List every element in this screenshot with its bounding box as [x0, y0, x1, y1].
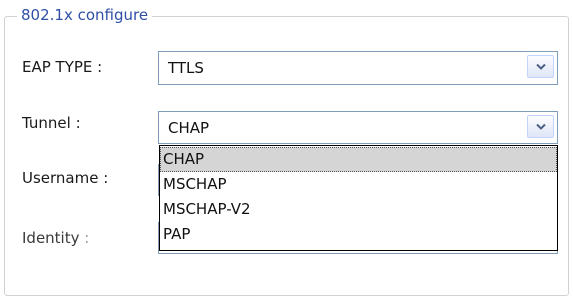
eap-type-label: EAP TYPE : — [22, 58, 103, 76]
eap-type-value: TTLS — [168, 59, 204, 77]
chevron-down-icon — [535, 63, 546, 70]
tunnel-select[interactable]: CHAP — [158, 111, 558, 144]
identity-label: Identity : — [22, 228, 89, 248]
tunnel-dropdown-list: CHAP MSCHAP MSCHAP-V2 PAP — [159, 145, 558, 251]
tunnel-option-chap[interactable]: CHAP — [160, 147, 557, 172]
tunnel-option-mschap[interactable]: MSCHAP — [160, 172, 557, 197]
eap-type-select[interactable]: TTLS — [158, 51, 558, 85]
identity-label-separator: : — [84, 229, 90, 247]
tunnel-value: CHAP — [168, 118, 210, 137]
tunnel-label: Tunnel : — [22, 114, 81, 132]
groupbox-title: 802.1x configure — [17, 5, 153, 25]
identity-label-text: Identity — [22, 229, 80, 247]
tunnel-option-pap[interactable]: PAP — [160, 222, 557, 247]
tunnel-dropdown-button[interactable] — [527, 115, 554, 138]
tunnel-option-mschap-v2[interactable]: MSCHAP-V2 — [160, 197, 557, 222]
username-label: Username : — [22, 169, 109, 187]
eap-type-dropdown-button[interactable] — [527, 55, 554, 78]
chevron-down-icon — [535, 123, 546, 130]
